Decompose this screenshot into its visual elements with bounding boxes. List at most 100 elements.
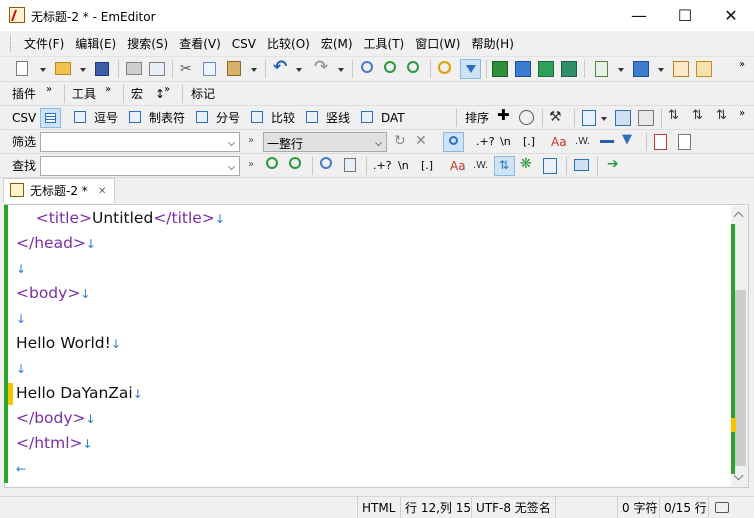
filter-clear-icon[interactable]: ✕ <box>415 133 427 149</box>
csv-pipe-button[interactable]: 竖线 <box>326 110 350 126</box>
find-case-button[interactable]: Aa <box>450 158 466 174</box>
find-overflow-icon[interactable]: » <box>248 157 254 173</box>
sort-desc-icon[interactable]: ⇅ <box>692 108 703 124</box>
plugins-overflow-icon[interactable]: » <box>46 82 52 98</box>
find-next-button-icon[interactable] <box>266 157 278 169</box>
undo-icon[interactable]: ↶ <box>273 59 287 76</box>
menu-view[interactable]: 查看(V) <box>174 35 226 53</box>
status-position[interactable]: 行 12,列 15 <box>400 497 471 518</box>
csv-grid-icon[interactable] <box>40 108 61 128</box>
code-line[interactable]: </body>↓ <box>16 406 96 432</box>
comma-grid-icon[interactable] <box>74 111 86 123</box>
code-line[interactable]: ↓ <box>16 256 26 282</box>
code-line[interactable]: ← <box>16 456 26 482</box>
paste-icon[interactable] <box>227 61 241 76</box>
csv-overflow-icon[interactable]: » <box>739 106 745 122</box>
menubar-grip[interactable] <box>10 35 13 52</box>
csv-comma-button[interactable]: 逗号 <box>94 110 118 126</box>
clipboard-icon[interactable] <box>595 61 608 77</box>
find-in-files-icon[interactable] <box>344 158 356 172</box>
menu-macros[interactable]: 宏(M) <box>316 35 358 53</box>
columns-dropdown-icon[interactable] <box>601 117 607 121</box>
sort-settings-icon[interactable] <box>519 110 534 125</box>
menu-tools[interactable]: 工具(T) <box>359 35 410 53</box>
maximize-button[interactable]: ☐ <box>662 0 708 31</box>
csv-tools-icon[interactable]: ⚒ <box>549 109 562 125</box>
menu-file[interactable]: 文件(F) <box>19 35 69 53</box>
find-highlight-icon[interactable]: ❋ <box>520 156 532 172</box>
code-line[interactable]: ↓ <box>16 356 26 382</box>
code-line[interactable]: Hello World!↓ <box>16 331 121 357</box>
open-dropdown-icon[interactable] <box>80 68 86 72</box>
project-icon[interactable] <box>633 61 649 77</box>
properties-icon[interactable] <box>696 61 712 77</box>
find-icon[interactable] <box>361 61 373 73</box>
workspace-icon[interactable] <box>492 61 508 77</box>
columns-icon[interactable] <box>582 110 596 126</box>
menu-edit[interactable]: 编辑(E) <box>70 35 121 53</box>
csv-semicolon-button[interactable]: 分号 <box>216 110 240 126</box>
sort-number-icon[interactable]: ⇅ <box>716 108 727 124</box>
menu-window[interactable]: 窗口(W) <box>410 35 465 53</box>
find-previous-icon[interactable] <box>407 61 419 73</box>
scroll-up-icon[interactable] <box>733 211 744 222</box>
find-wrap-icon[interactable]: ⇅ <box>494 156 515 176</box>
csv-compare-button[interactable]: 比较 <box>271 110 295 126</box>
new-dropdown-icon[interactable] <box>40 68 46 72</box>
open-folder-icon[interactable] <box>55 62 71 75</box>
code-line[interactable]: </head>↓ <box>16 231 96 257</box>
code-line[interactable]: </html>↓ <box>16 431 93 457</box>
find-dialog-icon[interactable] <box>320 157 332 169</box>
filter-doc2-icon[interactable] <box>678 134 691 150</box>
menu-help[interactable]: 帮助(H) <box>466 35 518 53</box>
refresh-icon[interactable] <box>538 61 554 77</box>
customize-icon[interactable] <box>673 61 689 77</box>
csv-tab-button[interactable]: 制表符 <box>149 110 185 126</box>
tab-close-button[interactable]: ✕ <box>98 184 106 200</box>
find-next-icon[interactable] <box>384 61 396 73</box>
find-window-icon[interactable] <box>574 159 589 171</box>
find-newline-button[interactable]: \n <box>398 158 409 174</box>
select-column-icon[interactable] <box>615 110 631 126</box>
freeze-column-icon[interactable] <box>638 110 654 126</box>
find-bracket-button[interactable]: [.] <box>421 158 433 174</box>
pipe-grid-icon[interactable] <box>306 111 318 123</box>
vertical-scrollbar[interactable] <box>731 206 748 487</box>
clipboard-dropdown-icon[interactable] <box>618 68 624 72</box>
filter-bracket-button[interactable]: [.] <box>523 134 535 150</box>
status-message-icon[interactable] <box>708 497 734 518</box>
menu-compare[interactable]: 比较(O) <box>262 35 315 53</box>
code-line[interactable]: <title>Untitled</title>↓ <box>16 206 225 232</box>
find-input[interactable] <box>40 156 240 176</box>
find-word-button[interactable]: .W. <box>473 158 488 174</box>
find-regex-button[interactable]: .+? <box>373 158 392 174</box>
print-icon[interactable] <box>126 62 142 75</box>
cut-icon[interactable]: ✂ <box>180 61 192 77</box>
filter-scope-select[interactable]: 一整行 <box>263 132 387 152</box>
find-prev-button-icon[interactable] <box>289 157 301 169</box>
tab-grid-icon[interactable] <box>129 111 141 123</box>
toolbar-overflow-icon[interactable]: » <box>739 57 745 73</box>
new-file-icon[interactable] <box>16 61 28 76</box>
code-line[interactable]: ↓ <box>16 306 26 332</box>
code-line[interactable]: <body>↓ <box>16 281 90 307</box>
redo-icon[interactable]: ↷ <box>314 59 328 76</box>
tab-document[interactable]: 无标题-2 * ✕ <box>3 178 115 203</box>
add-column-icon[interactable]: ✚ <box>497 107 510 123</box>
print-preview-icon[interactable] <box>149 62 165 76</box>
redo-dropdown-icon[interactable] <box>338 68 344 72</box>
find-list-icon[interactable] <box>543 158 557 174</box>
filter-funnel-x-icon[interactable]: ▼ <box>622 132 632 148</box>
minimize-button[interactable]: — <box>616 0 662 31</box>
csv-dat-button[interactable]: DAT <box>381 110 405 126</box>
copy-icon[interactable] <box>203 62 216 76</box>
close-button[interactable]: ✕ <box>708 0 754 31</box>
save-all-icon[interactable] <box>561 61 577 77</box>
undo-dropdown-icon[interactable] <box>296 68 302 72</box>
editor-text[interactable]: <title>Untitled</title>↓ </head>↓ ↓ <body>↓… <box>0 206 730 486</box>
menu-search[interactable]: 搜索(S) <box>122 35 173 53</box>
semicolon-grid-icon[interactable] <box>196 111 208 123</box>
filter-regex-button[interactable]: .+? <box>476 134 495 150</box>
filter-overflow-icon[interactable]: » <box>248 133 254 149</box>
code-line[interactable]: Hello DaYanZai↓ <box>16 381 143 407</box>
